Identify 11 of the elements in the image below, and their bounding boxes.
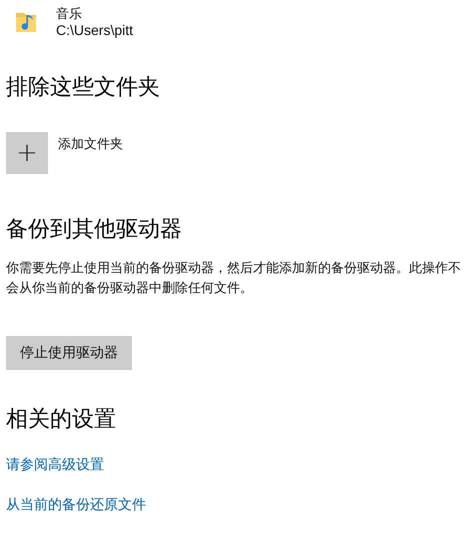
settings-link[interactable]: 请参阅高级设置 — [6, 456, 104, 474]
folder-path: C:\Users\pitt — [56, 22, 134, 38]
section-heading: 备份到其他驱动器 — [6, 215, 183, 243]
section-heading: 相关的设置 — [6, 405, 117, 433]
add-folder-button[interactable]: + — [6, 132, 48, 174]
settings-link[interactable]: 从当前的备份还原文件 — [6, 496, 146, 514]
add-folder-label: 添加文件夹 — [58, 135, 123, 153]
description-text: 你需要先停止使用当前的备份驱动器，然后才能添加新的备份驱动器。此操作不会从你当前的备份驱动器中删除任何文件。 — [6, 259, 462, 297]
section-heading: 排除这些文件夹 — [6, 73, 161, 101]
folder-name: 音乐 — [56, 6, 83, 22]
stop-drive-button[interactable]: 停止使用驱动器 — [6, 336, 132, 370]
